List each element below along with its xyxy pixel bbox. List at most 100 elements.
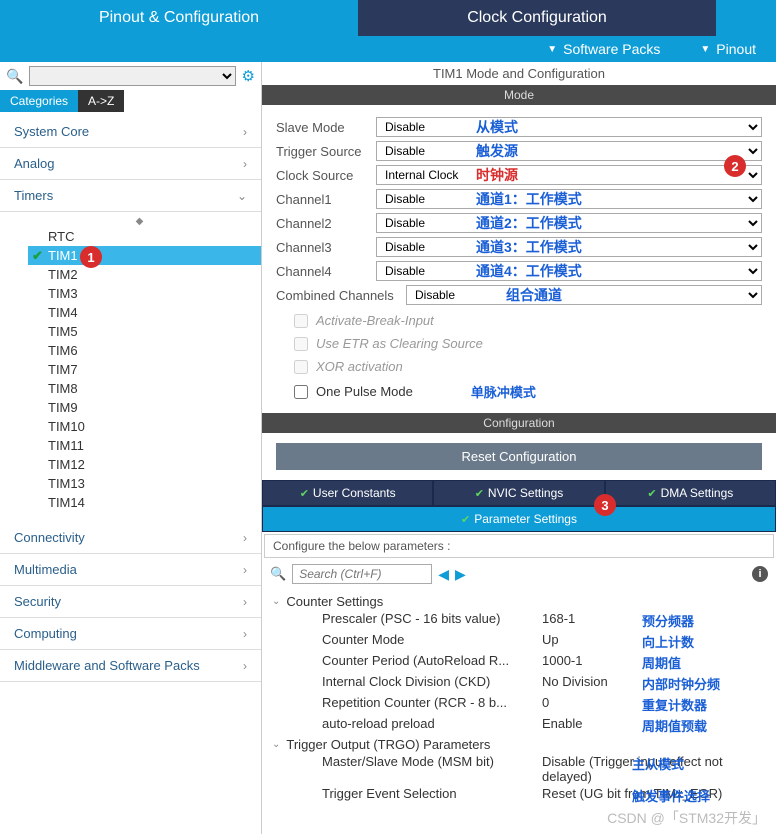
search-icon: 🔍 [270,566,286,582]
check-activate-break [294,314,308,328]
annot-tes: 触发事件选择 [632,786,710,805]
timer-tim14[interactable]: TIM14 [38,493,261,512]
param-tes-label[interactable]: Trigger Event Selection [322,786,542,801]
cfgtab-dma[interactable]: ✔DMA Settings [605,480,776,506]
group-trgo[interactable]: ⌄Trigger Output (TRGO) Parameters [272,737,766,752]
check-icon: ✔ [300,487,309,500]
select-combined[interactable]: Disable [406,285,762,305]
cfg-description: Configure the below parameters : [264,534,774,558]
cfgtab-parameter[interactable]: ✔Parameter Settings [262,506,776,532]
check-icon: ✔ [647,487,656,500]
cat-system-core[interactable]: System Core› [0,116,261,148]
select-slave-mode[interactable]: Disable [376,117,762,137]
section-mode-header: Mode [262,85,776,105]
param-counter-period-val[interactable]: 1000-1 [542,653,642,672]
drag-handle-icon[interactable]: ◆ [18,216,261,227]
timer-tim6[interactable]: TIM6 [38,341,261,360]
timer-tim2[interactable]: TIM2 [38,265,261,284]
menu-pinout[interactable]: ▼Pinout [680,41,776,57]
search-next-icon[interactable]: ▶ [455,566,466,583]
cat-middleware[interactable]: Middleware and Software Packs› [0,650,261,682]
chevron-right-icon: › [243,563,247,577]
search-select[interactable] [29,66,235,86]
param-counter-period-label[interactable]: Counter Period (AutoReload R... [322,653,542,672]
timer-rtc[interactable]: RTC [38,227,261,246]
label-activate-break: Activate-Break-Input [316,313,434,328]
timer-tim3[interactable]: TIM3 [38,284,261,303]
chevron-right-icon: › [243,659,247,673]
chevron-right-icon: › [243,627,247,641]
param-prescaler-label[interactable]: Prescaler (PSC - 16 bits value) [322,611,542,630]
timer-tim13[interactable]: TIM13 [38,474,261,493]
label-slave-mode: Slave Mode [276,120,376,135]
annot-ckd: 内部时钟分频 [642,674,720,693]
select-trigger-source[interactable]: Disable [376,141,762,161]
annot-counter-mode: 向上计数 [642,632,694,651]
param-ckd-val[interactable]: No Division [542,674,642,693]
chevron-right-icon: › [243,595,247,609]
param-ckd-label[interactable]: Internal Clock Division (CKD) [322,674,542,693]
timer-tim10[interactable]: TIM10 [38,417,261,436]
param-arp-label[interactable]: auto-reload preload [322,716,542,735]
param-prescaler-val[interactable]: 168-1 [542,611,642,630]
label-one-pulse: One Pulse Mode [316,384,413,399]
timer-tim7[interactable]: TIM7 [38,360,261,379]
label-clock-source: Clock Source [276,168,376,183]
cat-connectivity[interactable]: Connectivity› [0,522,261,554]
select-channel4[interactable]: Disable [376,261,762,281]
search-prev-icon[interactable]: ◀ [438,566,449,583]
timer-tim11[interactable]: TIM11 [38,436,261,455]
chevron-down-icon: ▼ [700,44,710,55]
timer-tim5[interactable]: TIM5 [38,322,261,341]
select-channel1[interactable]: Disable [376,189,762,209]
timer-tim4[interactable]: TIM4 [38,303,261,322]
tab-categories[interactable]: Categories [0,90,78,112]
label-use-etr: Use ETR as Clearing Source [316,336,483,351]
panel-title: TIM1 Mode and Configuration [262,62,776,85]
tab-pinout-config[interactable]: Pinout & Configuration [0,0,358,36]
select-channel2[interactable]: Disable [376,213,762,233]
info-icon[interactable]: i [752,566,768,582]
annotation-badge-1: 1 [80,246,102,268]
reset-config-button[interactable]: Reset Configuration [276,443,762,470]
cat-multimedia[interactable]: Multimedia› [0,554,261,586]
select-clock-source[interactable]: Internal Clock [376,165,762,185]
cat-security[interactable]: Security› [0,586,261,618]
tab-clock-config[interactable]: Clock Configuration [358,0,716,36]
section-config-header: Configuration [262,413,776,433]
tab-az[interactable]: A->Z [78,90,124,112]
cfgtab-user-constants[interactable]: ✔User Constants [262,480,433,506]
annot-prescaler: 预分频器 [642,611,694,630]
param-msm-label[interactable]: Master/Slave Mode (MSM bit) [322,754,542,784]
check-use-etr [294,337,308,351]
group-counter-settings[interactable]: ⌄Counter Settings [272,594,766,609]
cat-analog[interactable]: Analog› [0,148,261,180]
timer-tim8[interactable]: TIM8 [38,379,261,398]
label-xor: XOR activation [316,359,403,374]
param-search-input[interactable] [292,564,432,584]
cfgtab-nvic[interactable]: ✔NVIC Settings [433,480,604,506]
check-one-pulse[interactable] [294,385,308,399]
gear-icon[interactable]: ⚙ [242,67,255,85]
annot-rcr: 重复计数器 [642,695,707,714]
label-channel3: Channel3 [276,240,376,255]
tab-extra[interactable] [716,0,776,36]
select-channel3[interactable]: Disable [376,237,762,257]
annotation-badge-2: 2 [724,155,746,177]
param-rcr-val[interactable]: 0 [542,695,642,714]
chevron-down-icon: ⌄ [237,189,247,203]
menu-software-packs[interactable]: ▼Software Packs [527,41,680,57]
param-counter-mode-val[interactable]: Up [542,632,642,651]
timer-tim1[interactable]: ✔TIM1 [28,246,261,265]
param-rcr-label[interactable]: Repetition Counter (RCR - 8 b... [322,695,542,714]
timer-tim12[interactable]: TIM12 [38,455,261,474]
param-counter-mode-label[interactable]: Counter Mode [322,632,542,651]
label-channel4: Channel4 [276,264,376,279]
label-channel1: Channel1 [276,192,376,207]
cat-timers[interactable]: Timers⌄ [0,180,261,212]
param-arp-val[interactable]: Enable [542,716,642,735]
chevron-down-icon: ▼ [547,44,557,55]
cat-computing[interactable]: Computing› [0,618,261,650]
timer-tim9[interactable]: TIM9 [38,398,261,417]
check-xor [294,360,308,374]
